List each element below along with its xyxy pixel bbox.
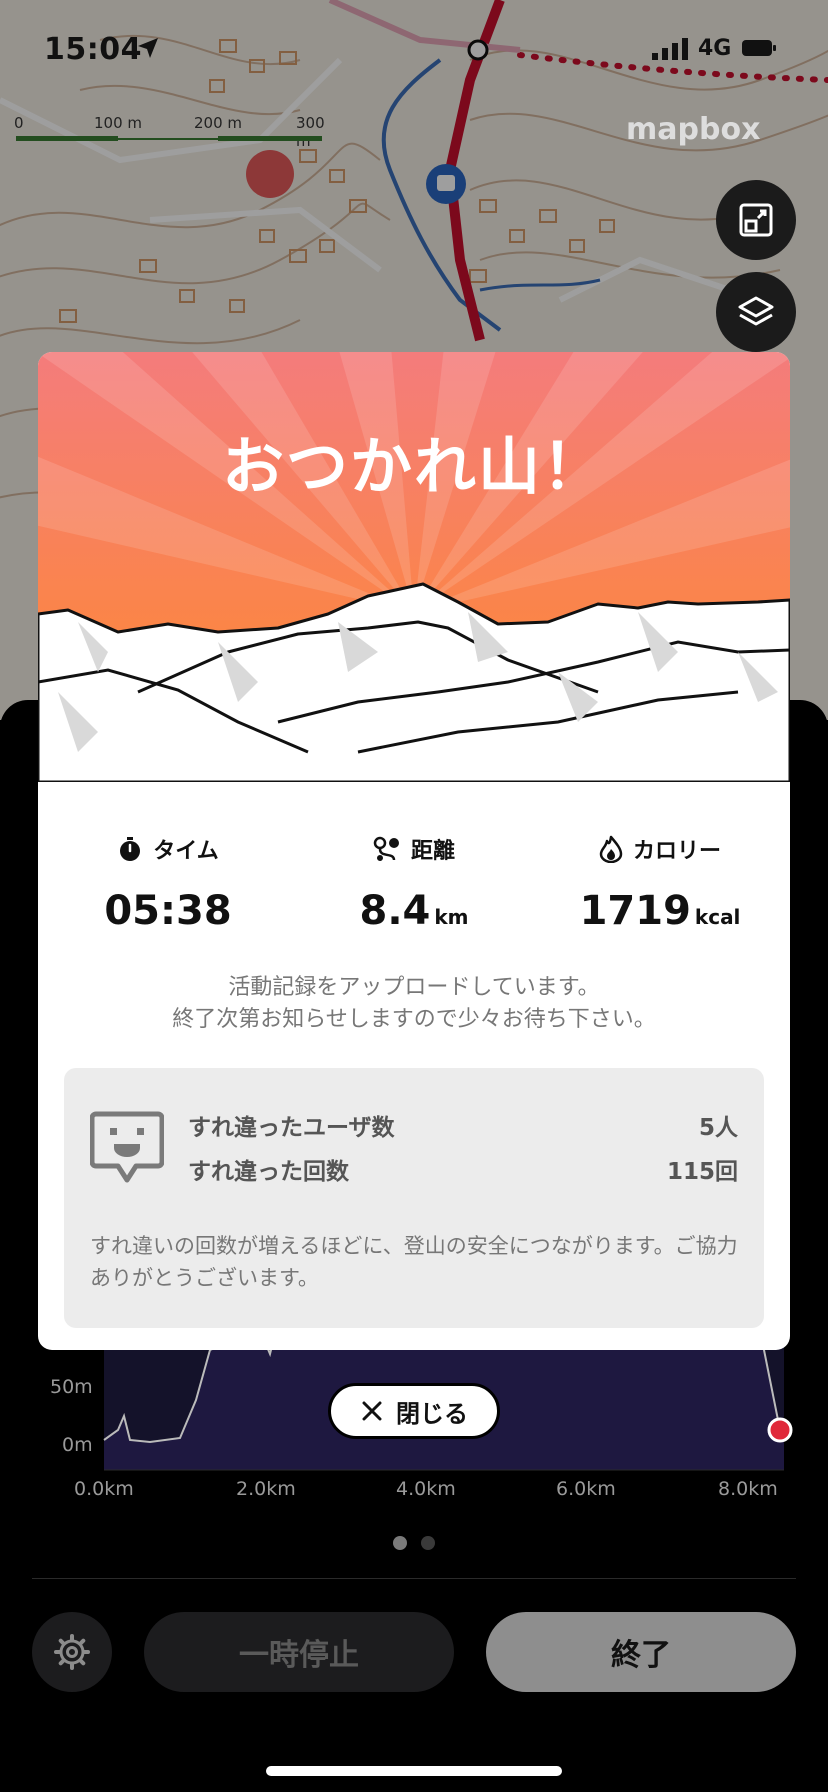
mapbox-logo: mapbox: [626, 112, 761, 147]
scale-label: 300 m: [296, 114, 325, 150]
pause-button[interactable]: 一時停止: [144, 1612, 454, 1692]
map-fit-button[interactable]: [716, 180, 796, 260]
passing-users-label: すれ違ったユーザ数: [188, 1115, 395, 1141]
upload-message-line: 活動記録をアップロードしています。: [228, 975, 600, 1000]
chart-x-tick: 4.0km: [396, 1478, 456, 1500]
stat-value: 1719: [579, 888, 691, 934]
network-type: 4G: [698, 36, 732, 61]
divider: [32, 1578, 796, 1579]
status-bar: 15:04 4G: [0, 0, 828, 100]
scale-label: 100 m: [94, 114, 143, 132]
upload-message: 活動記録をアップロードしています。 終了次第お知らせしますので少々お待ち下さい。: [38, 972, 790, 1036]
close-icon: [362, 1401, 382, 1421]
end-button[interactable]: 終了: [486, 1612, 796, 1692]
gear-icon: [54, 1634, 90, 1670]
scale-label: 200 m: [194, 114, 243, 132]
location-arrow-icon: [138, 38, 158, 58]
stat-value: 05:38: [104, 888, 232, 934]
stat-unit: km: [434, 905, 469, 929]
home-indicator[interactable]: [266, 1766, 562, 1776]
completion-modal: おつかれ山！ タイム 05:38 距離 8.4 km カロリー 1719 kca…: [38, 352, 790, 1350]
stat-label: 距離: [410, 839, 455, 864]
expand-icon: [739, 203, 773, 237]
stat-label: タイム: [153, 839, 219, 864]
settings-button[interactable]: [32, 1612, 112, 1692]
route-icon: [373, 836, 399, 861]
map-layers-button[interactable]: [716, 272, 796, 352]
page-dot-active[interactable]: [393, 1536, 407, 1550]
passing-users-row: すれ違ったユーザ数 5人: [188, 1108, 738, 1142]
page-dot[interactable]: [421, 1536, 435, 1550]
passing-note: すれ違いの回数が増えるほどに、登山の安全につながります。ご協力ありがとうございま…: [90, 1234, 738, 1290]
page-indicator[interactable]: [0, 1535, 828, 1554]
stat-unit: kcal: [694, 905, 741, 929]
cellular-signal-icon: [652, 38, 688, 60]
flame-icon: [599, 835, 623, 863]
passing-face-icon: [90, 1111, 164, 1183]
stat-calories: カロリー 1719 kcal: [550, 832, 770, 934]
passing-count-label: すれ違った回数: [188, 1159, 349, 1185]
chart-x-tick: 0.0km: [74, 1478, 134, 1500]
close-label: 閉じる: [396, 1399, 468, 1428]
upload-message-line: 終了次第お知らせしますので少々お待ち下さい。: [172, 1007, 656, 1032]
passing-count-row: すれ違った回数 115回: [188, 1152, 738, 1186]
stopwatch-icon: [120, 837, 141, 861]
battery-icon: [742, 40, 776, 56]
layers-icon: [738, 296, 774, 326]
chart-y-tick: 0m: [62, 1434, 93, 1456]
chart-x-tick: 2.0km: [236, 1478, 296, 1500]
chart-y-tick: 50m: [50, 1376, 93, 1398]
passing-count-value: 115回: [666, 1159, 738, 1185]
stat-time: タイム 05:38: [58, 832, 278, 934]
scale-label: 0: [14, 114, 24, 132]
stat-value: 8.4: [359, 888, 431, 934]
chart-x-tick: 8.0km: [718, 1478, 778, 1500]
map-scale-bar: 0 100 m 200 m 300 m: [14, 114, 325, 150]
scale-bar-line: [16, 136, 322, 141]
stat-distance: 距離 8.4 km: [304, 832, 524, 934]
stat-label: カロリー: [632, 839, 721, 864]
status-time: 15:04: [44, 32, 142, 67]
passing-stats-box: すれ違ったユーザ数 5人 すれ違った回数 115回 すれ違いの回数が増えるほどに…: [64, 1068, 764, 1328]
passing-users-value: 5人: [698, 1115, 738, 1141]
modal-title: おつかれ山！: [221, 430, 606, 503]
chart-x-tick: 6.0km: [556, 1478, 616, 1500]
close-button[interactable]: 閉じる: [328, 1383, 500, 1439]
